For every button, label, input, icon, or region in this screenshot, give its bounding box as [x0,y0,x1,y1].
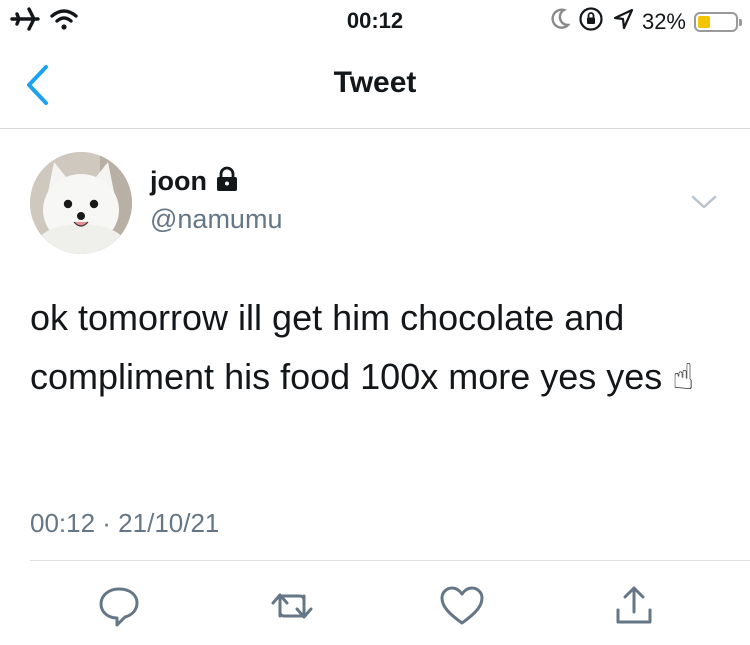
status-right: 32% [550,6,742,37]
retweet-icon [271,593,313,619]
like-icon [440,586,484,625]
orientation-lock-icon [578,6,604,37]
tweet-timestamp: 00:12 · 21/10/21 [30,508,220,538]
tweet-actions [0,582,750,632]
navigation-bar: Tweet [0,44,750,129]
share-button[interactable] [610,582,658,630]
location-arrow-icon [612,7,634,36]
avatar[interactable] [30,152,132,254]
like-button[interactable] [438,582,486,630]
author-name-row: joon [150,166,239,197]
display-name[interactable]: joon [150,166,207,197]
page-title: Tweet [333,66,417,99]
reply-icon [99,587,139,627]
lock-icon [215,166,239,197]
user-handle[interactable]: @namumu [150,204,282,235]
battery-nub [739,18,742,26]
status-bar: 00:12 32% [0,0,750,44]
retweet-button[interactable] [268,582,316,630]
divider [30,560,750,561]
battery-fill [698,15,710,28]
battery-percent: 32% [641,8,686,34]
reply-button[interactable] [95,582,143,630]
tweet-menu-button[interactable] [690,192,718,212]
chevron-down-icon [691,195,717,209]
avatar-dog-image [30,152,132,254]
battery-icon [694,11,742,32]
moon-icon [550,7,571,36]
share-icon [616,586,652,624]
tweet-text: ok tomorrow ill get him chocolate and co… [30,297,695,397]
